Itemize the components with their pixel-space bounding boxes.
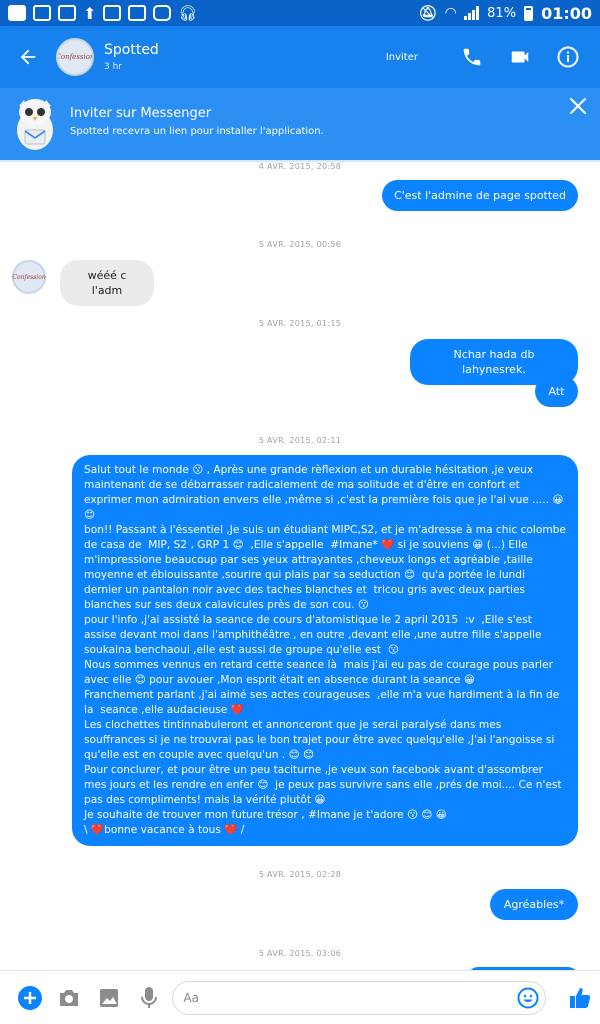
message-outgoing[interactable]: Agréables*: [490, 889, 578, 920]
instagram-icon: [153, 5, 172, 21]
info-icon: [557, 46, 579, 68]
upload-icon: ⬆: [83, 3, 97, 23]
emoji-icon[interactable]: [517, 987, 539, 1009]
timestamp: 5 AVR. 2015, 02:11: [258, 436, 342, 445]
timestamp: 4 AVR. 2015, 20:58: [258, 162, 342, 171]
camera-button[interactable]: [50, 978, 90, 1018]
invite-banner[interactable]: Inviter sur Messenger Spotted recevra un…: [0, 88, 600, 162]
conversation-header: Confession Spotted 3 hr Inviter: [0, 26, 600, 88]
sender-avatar[interactable]: Confession: [12, 260, 46, 294]
call-button[interactable]: [448, 37, 496, 77]
message-outgoing[interactable]: C'est l'admine de page spotted: [382, 180, 578, 211]
message-input-box[interactable]: [172, 980, 547, 1015]
timestamp: 5 AVR. 2015, 00:56: [258, 240, 342, 249]
battery-icon: [524, 5, 534, 21]
video-camera-icon: [511, 51, 529, 63]
message-thread[interactable]: 4 AVR. 2015, 20:58 C'est l'admine de pag…: [0, 162, 600, 970]
wifi-icon: ◠: [445, 5, 457, 21]
battery-level: 81%: [487, 5, 517, 21]
close-banner-button[interactable]: [566, 94, 590, 118]
avatar[interactable]: Confession: [56, 38, 94, 76]
owl-mascot-icon: [17, 99, 53, 150]
gmail-icon: [128, 5, 147, 21]
notification-icon: [8, 5, 26, 21]
last-active: 3 hr: [104, 62, 122, 72]
timestamp: 5 AVR. 2015, 02:28: [258, 870, 342, 879]
plus-circle-icon: [17, 985, 42, 1010]
gallery-button[interactable]: [89, 978, 129, 1018]
thumbs-up-icon: [570, 987, 591, 1008]
invite-button[interactable]: Inviter: [386, 52, 418, 63]
close-icon: [570, 98, 586, 114]
image-icon: [99, 988, 118, 1007]
banner-title: Inviter sur Messenger: [70, 106, 212, 121]
message-outgoing[interactable]: Att: [535, 376, 578, 407]
info-button[interactable]: [544, 37, 592, 77]
message-incoming[interactable]: wééé c l'adm: [60, 260, 154, 306]
news-icon: [58, 5, 76, 21]
timestamp: 5 AVR. 2015, 01:15: [258, 319, 342, 328]
message-composer: [0, 970, 600, 1024]
video-call-button[interactable]: [496, 37, 544, 77]
message-outgoing-long[interactable]: Salut tout le monde 😗 , Après une grande…: [72, 455, 578, 846]
contact-name: Spotted: [104, 42, 159, 58]
voice-button[interactable]: [129, 978, 169, 1018]
arrow-left-icon: [20, 49, 36, 65]
timestamp: 5 AVR. 2015, 03:06: [258, 949, 342, 958]
headphones-icon: 🎧︎: [178, 4, 198, 22]
back-button[interactable]: [0, 26, 56, 88]
clock: 01:00: [541, 3, 592, 23]
signal-icon: [464, 6, 480, 20]
phone-icon: [463, 48, 481, 66]
camera-icon: [60, 989, 79, 1006]
like-button[interactable]: [560, 978, 600, 1018]
microphone-icon: [140, 986, 157, 1008]
youtube-icon: [33, 5, 51, 21]
message-input[interactable]: [183, 990, 518, 1005]
banner-text: Spotted recevra un lien pour installer l…: [70, 126, 324, 137]
more-actions-button[interactable]: [10, 978, 50, 1018]
status-bar: ⬆ 🎧︎ 🔕︎ ◠ 81% 01:00: [0, 0, 600, 26]
youtube-icon: [103, 5, 122, 21]
mute-icon: 🔕︎: [418, 4, 438, 22]
